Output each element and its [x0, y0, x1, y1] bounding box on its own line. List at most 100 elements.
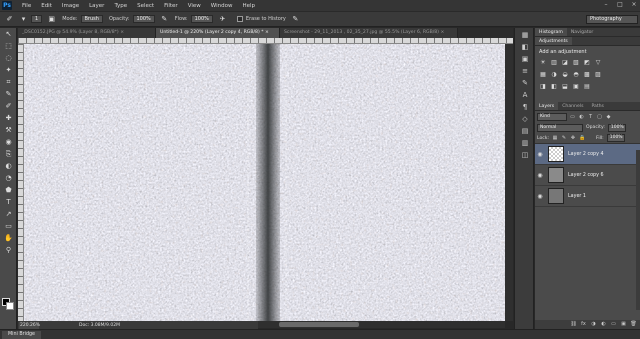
layer-comps-panel-icon[interactable]: ≡ — [519, 66, 531, 76]
layer-opacity-field[interactable]: 100% — [607, 123, 626, 132]
hand-tool-icon[interactable]: ✋ — [2, 233, 15, 244]
tab-channels[interactable]: Channels — [558, 102, 587, 110]
blend-mode-select[interactable]: Normal — [537, 123, 583, 132]
tab-close-icon[interactable]: × — [265, 30, 269, 35]
menu-view[interactable]: View — [188, 3, 201, 9]
menu-file[interactable]: File — [22, 3, 31, 9]
swatches-panel-icon[interactable]: ▤ — [519, 126, 531, 136]
color-lookup-icon[interactable]: ▨ — [594, 71, 602, 79]
type-filter-icon[interactable]: T — [587, 113, 594, 121]
document-canvas[interactable] — [24, 44, 513, 321]
layer-kind-select[interactable]: Kind — [537, 112, 567, 121]
hue-saturation-icon[interactable]: ▦ — [539, 71, 547, 79]
layer-row[interactable]: ◉ Layer 1 — [535, 186, 640, 207]
curves-icon[interactable]: ◪ — [561, 59, 569, 67]
background-color-swatch[interactable] — [6, 302, 14, 310]
character-panel-icon[interactable]: A — [519, 90, 531, 100]
menu-help[interactable]: Help — [242, 3, 255, 9]
tab-navigator[interactable]: Navigator — [567, 28, 597, 36]
exposure-icon[interactable]: ▧ — [572, 59, 580, 67]
tab-close-icon[interactable]: × — [120, 30, 124, 35]
eraser-tool-icon[interactable]: ⎘ — [2, 149, 15, 160]
threshold-icon[interactable]: ⬓ — [561, 83, 569, 91]
minimize-button[interactable]: – — [602, 1, 610, 9]
smart-object-filter-icon[interactable]: ◆ — [605, 113, 612, 121]
menu-filter[interactable]: Filter — [164, 3, 178, 9]
lock-transparency-icon[interactable]: ▦ — [552, 135, 558, 142]
zoom-level-field[interactable]: 220.26% — [19, 321, 40, 329]
color-balance-icon[interactable]: ◑ — [550, 71, 558, 79]
visibility-eye-icon[interactable]: ◉ — [535, 193, 545, 200]
lock-pixels-icon[interactable]: ✎ — [561, 135, 567, 142]
opacity-field[interactable]: 100% — [132, 15, 155, 23]
black-white-icon[interactable]: ◒ — [561, 71, 569, 79]
brush-panel-icon[interactable]: ▣ — [47, 15, 56, 24]
eyedropper-tool-icon[interactable]: ✎ — [2, 89, 15, 100]
new-group-icon[interactable]: ▭ — [610, 321, 617, 328]
zoom-tool-icon[interactable]: ⚲ — [2, 245, 15, 256]
airbrush-icon[interactable]: ✈ — [218, 15, 227, 24]
properties-panel-icon[interactable]: ◧ — [519, 42, 531, 52]
invert-icon[interactable]: ◨ — [539, 83, 547, 91]
tool-presets-panel-icon[interactable]: ◫ — [519, 150, 531, 160]
tab-adjustments[interactable]: Adjustments — [535, 37, 572, 45]
lasso-tool-icon[interactable]: ◌ — [2, 53, 15, 64]
visibility-eye-icon[interactable]: ◉ — [535, 151, 545, 158]
color-panel-icon[interactable]: ▥ — [519, 138, 531, 148]
channel-mixer-icon[interactable]: ▩ — [583, 71, 591, 79]
levels-icon[interactable]: ▥ — [550, 59, 558, 67]
tab-paths[interactable]: Paths — [587, 102, 608, 110]
tab-screenshot[interactable]: Screenshot - 29_11_2013 , 02_35_27.jpg @… — [280, 28, 458, 38]
layer-row[interactable]: ◉ Layer 2 copy 6 — [535, 165, 640, 186]
paragraph-panel-icon[interactable]: ¶ — [519, 102, 531, 112]
healing-brush-tool-icon[interactable]: ✐ — [2, 101, 15, 112]
tab-close-icon[interactable]: × — [440, 30, 444, 35]
pressure-size-icon[interactable]: ✎ — [291, 15, 300, 24]
styles-panel-icon[interactable]: ◇ — [519, 114, 531, 124]
flow-field[interactable]: 100% — [190, 15, 213, 23]
horizontal-scroll-thumb[interactable] — [279, 322, 359, 327]
clone-stamp-tool-icon[interactable]: ⚒ — [2, 125, 15, 136]
add-mask-icon[interactable]: ◑ — [590, 321, 597, 328]
menu-select[interactable]: Select — [137, 3, 154, 9]
brush-tool-icon[interactable]: ✚ — [2, 113, 15, 124]
rectangle-tool-icon[interactable]: ▭ — [2, 221, 15, 232]
move-tool-icon[interactable]: ↖ — [2, 29, 15, 40]
maximize-button[interactable]: □ — [616, 1, 624, 9]
vibrance-icon[interactable]: ◩ — [583, 59, 591, 67]
tab-layers[interactable]: Layers — [535, 102, 559, 110]
path-selection-tool-icon[interactable]: ↗ — [2, 209, 15, 220]
close-button[interactable]: × — [630, 1, 638, 9]
workspace-select[interactable]: Photography — [586, 15, 638, 24]
tab-untitled-1[interactable]: Untitled-1 @ 220% (Layer 2 copy 4, RGB/8… — [156, 28, 280, 38]
crop-tool-icon[interactable]: ⌗ — [2, 77, 15, 88]
brush-size-field[interactable]: 1 — [31, 15, 43, 23]
layer-row[interactable]: ◉ Layer 2 copy 4 — [535, 144, 640, 165]
posterize-icon[interactable]: ◧ — [550, 83, 558, 91]
history-panel-icon[interactable]: ▦ — [519, 30, 531, 40]
triangle-icon[interactable]: ▽ — [594, 59, 602, 67]
menu-edit[interactable]: Edit — [41, 3, 52, 9]
new-adjustment-icon[interactable]: ◐ — [600, 321, 607, 328]
type-tool-icon[interactable]: T — [2, 197, 15, 208]
photo-filter-icon[interactable]: ◓ — [572, 71, 580, 79]
marquee-tool-icon[interactable]: ⬚ — [2, 41, 15, 52]
link-layers-icon[interactable]: ⛓ — [570, 321, 577, 328]
menu-image[interactable]: Image — [62, 3, 79, 9]
layer-fill-field[interactable]: 100% — [606, 134, 625, 142]
document-size-info[interactable]: Doc: 3.08M/9.02M — [79, 323, 120, 328]
chevron-down-icon[interactable]: ▾ — [19, 15, 28, 24]
lock-position-icon[interactable]: ✥ — [570, 135, 576, 142]
dodge-tool-icon[interactable]: ◔ — [2, 173, 15, 184]
eraser-tool-icon[interactable]: ✐ — [5, 15, 14, 24]
lock-all-icon[interactable]: 🔒 — [579, 135, 585, 142]
history-brush-tool-icon[interactable]: ◉ — [2, 137, 15, 148]
layer-style-icon[interactable]: fx — [580, 321, 587, 328]
adjustment-filter-icon[interactable]: ◐ — [578, 113, 585, 121]
tab-histogram[interactable]: Histogram — [535, 28, 567, 36]
pressure-opacity-icon[interactable]: ✎ — [160, 15, 169, 24]
pen-tool-icon[interactable]: ⬟ — [2, 185, 15, 196]
trash-icon[interactable]: 🗑 — [630, 321, 637, 328]
info-panel-icon[interactable]: ▣ — [519, 54, 531, 64]
tab-dsc0152[interactable]: _DSC0152.JPG @ 54.9% (Layer 8, RGB/8*) × — [18, 28, 156, 38]
